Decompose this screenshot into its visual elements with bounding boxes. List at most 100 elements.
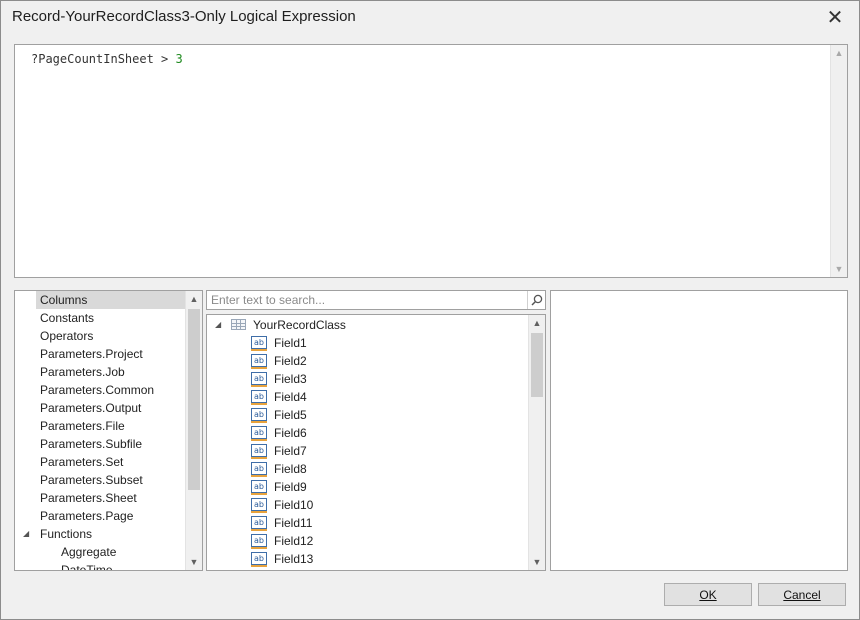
tree-field-label: Field11	[274, 516, 313, 530]
tree-field-node[interactable]: ab Field3	[207, 370, 527, 388]
tree-field-node[interactable]: ab Field5	[207, 406, 527, 424]
tree-field-label: Field4	[274, 390, 307, 404]
cancel-button[interactable]: Cancel	[758, 583, 846, 606]
category-item-label: Operators	[40, 329, 94, 343]
scroll-up-arrow-icon[interactable]: ▲	[186, 291, 202, 307]
ok-button-label: OK	[699, 587, 717, 602]
category-functions-label: Functions	[40, 527, 93, 541]
category-item-label: Columns	[40, 293, 88, 307]
tree-root-node[interactable]: ◢ YourRecordClass	[207, 316, 527, 334]
tree-field-node[interactable]: ab Field13	[207, 550, 527, 568]
tree-field-label: Field13	[274, 552, 314, 566]
field-type-icon: ab	[251, 372, 267, 387]
category-list[interactable]: Columns Constants Operators Parameters.Proj…	[14, 290, 203, 571]
category-function-aggregate[interactable]: Aggregate	[61, 543, 116, 561]
field-type-icon: ab	[251, 444, 267, 459]
tree-field-label: Field1	[274, 336, 307, 350]
tree-field-node[interactable]: ab Field11	[207, 514, 527, 532]
field-type-icon: ab	[251, 462, 267, 477]
magnifier-icon	[530, 294, 542, 306]
category-item-label: Parameters.File	[40, 419, 125, 433]
expression-dialog: Record-YourRecordClass3-Only Logical Exp…	[0, 0, 860, 620]
category-item[interactable]: Parameters.File	[15, 417, 125, 435]
tree-field-label: Field2	[274, 354, 307, 368]
title-bar[interactable]: Record-YourRecordClass3-Only Logical Exp…	[1, 1, 859, 33]
field-type-icon: ab	[251, 408, 267, 423]
category-item-label: Parameters.Sheet	[40, 491, 137, 505]
category-item-label: Parameters.Subfile	[40, 437, 143, 451]
scroll-thumb[interactable]	[531, 333, 543, 397]
tree-field-label: Field9	[274, 480, 307, 494]
close-button[interactable]: ✕	[821, 5, 849, 29]
field-type-icon: ab	[251, 516, 267, 531]
collapse-triangle-icon[interactable]: ◢	[23, 525, 29, 543]
tree-field-label: Field10	[274, 498, 314, 512]
scroll-up-arrow-icon[interactable]: ▲	[529, 315, 545, 331]
tree-field-node[interactable]: ab Field1	[207, 334, 527, 352]
dialog-title: Record-YourRecordClass3-Only Logical Exp…	[12, 8, 356, 25]
field-type-icon: ab	[251, 390, 267, 405]
tree-field-node[interactable]: ab Field9	[207, 478, 527, 496]
field-type-icon: ab	[251, 534, 267, 549]
tree-field-node[interactable]: ab Field7	[207, 442, 527, 460]
tree-field-node[interactable]: ab Field8	[207, 460, 527, 478]
expression-code: ?PageCountInSheet >	[31, 52, 176, 66]
expression-text[interactable]: ?PageCountInSheet > 3	[31, 52, 183, 66]
field-type-icon: ab	[251, 426, 267, 441]
category-function-aggregate-label: Aggregate	[61, 545, 117, 559]
search-button[interactable]	[527, 291, 545, 309]
category-item[interactable]: Parameters.Set	[15, 453, 123, 471]
category-item-label: Parameters.Page	[40, 509, 134, 523]
search-input[interactable]	[207, 291, 529, 309]
category-item[interactable]: Parameters.Job	[15, 363, 125, 381]
category-item-label: Parameters.Common	[40, 383, 155, 397]
expression-number-literal: 3	[175, 52, 183, 66]
category-item-label: Parameters.Project	[40, 347, 143, 361]
field-type-icon: ab	[251, 354, 267, 369]
ok-button[interactable]: OK	[664, 583, 752, 606]
category-item[interactable]: Parameters.Project	[15, 345, 143, 363]
tree-field-label: Field5	[274, 408, 307, 422]
table-icon	[231, 319, 246, 330]
category-scrollbar[interactable]: ▲ ▼	[185, 291, 202, 570]
field-type-icon: ab	[251, 480, 267, 495]
category-function-datetime[interactable]: DateTime	[61, 561, 113, 571]
close-icon: ✕	[826, 6, 844, 29]
tree-field-label: Field8	[274, 462, 307, 476]
category-item-label: Parameters.Output	[40, 401, 142, 415]
tree-field-node[interactable]: ab Field2	[207, 352, 527, 370]
tree-field-label: Field6	[274, 426, 307, 440]
field-type-icon: ab	[251, 336, 267, 351]
tree-field-label: Field3	[274, 372, 307, 386]
description-panel	[550, 290, 848, 571]
scroll-down-arrow-icon[interactable]: ▼	[186, 554, 202, 570]
tree-field-node[interactable]: ab Field12	[207, 532, 527, 550]
scroll-down-arrow-icon[interactable]: ▼	[831, 261, 847, 277]
category-item[interactable]: Columns	[36, 291, 188, 309]
category-item[interactable]: Parameters.Subset	[15, 471, 143, 489]
category-item[interactable]: Parameters.Subfile	[15, 435, 142, 453]
tree-field-node[interactable]: ab Field10	[207, 496, 527, 514]
scroll-up-arrow-icon[interactable]: ▲	[831, 45, 847, 61]
tree-field-node[interactable]: ab Field4	[207, 388, 527, 406]
expression-editor[interactable]: ?PageCountInSheet > 3 ▲ ▼	[14, 44, 848, 278]
editor-scrollbar[interactable]: ▲ ▼	[830, 45, 847, 277]
category-function-datetime-label: DateTime	[61, 563, 113, 571]
category-item-label: Parameters.Subset	[40, 473, 143, 487]
cancel-button-label: Cancel	[783, 587, 821, 602]
category-item[interactable]: Operators	[15, 327, 93, 345]
category-item[interactable]: Parameters.Output	[15, 399, 141, 417]
collapse-triangle-icon[interactable]: ◢	[215, 316, 221, 334]
column-tree[interactable]: ◢ YourRecordClass ab Field1 ab Field2 ab Fiel…	[206, 314, 546, 571]
category-item[interactable]: Parameters.Common	[15, 381, 154, 399]
tree-scrollbar[interactable]: ▲ ▼	[528, 315, 545, 570]
tree-field-node[interactable]: ab Field6	[207, 424, 527, 442]
category-item-label: Parameters.Job	[40, 365, 125, 379]
category-item[interactable]: Parameters.Page	[15, 507, 133, 525]
scroll-thumb[interactable]	[188, 309, 200, 490]
scroll-down-arrow-icon[interactable]: ▼	[529, 554, 545, 570]
tree-root-label: YourRecordClass	[253, 318, 346, 332]
category-item[interactable]: Parameters.Sheet	[15, 489, 137, 507]
category-item[interactable]: Constants	[15, 309, 94, 327]
field-type-icon: ab	[251, 552, 267, 567]
